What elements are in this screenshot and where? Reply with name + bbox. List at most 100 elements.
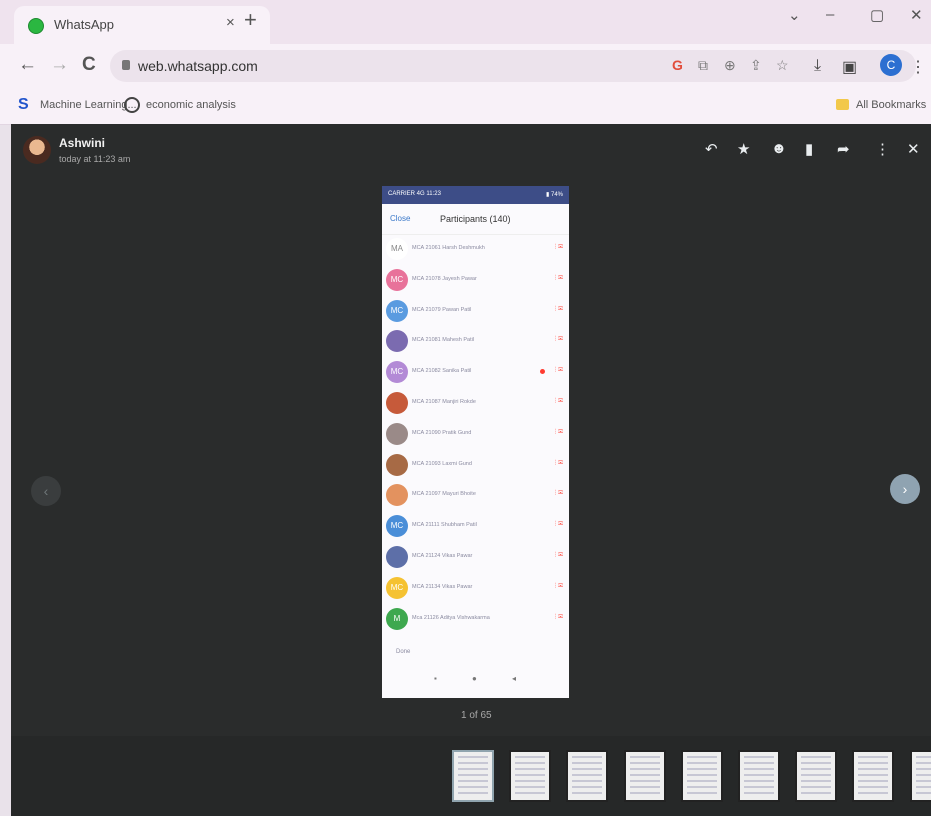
- media-thumbnail[interactable]: [566, 750, 609, 802]
- whatsapp-favicon-icon: [28, 18, 44, 34]
- participant-name: MCA 21082 Sanika Patil: [412, 368, 472, 375]
- participant-call-message-icon: ⫶ ✉: [554, 521, 563, 529]
- window-close-button[interactable]: ✕: [910, 6, 923, 24]
- media-thumbnail[interactable]: [509, 750, 552, 802]
- bookmark-star-icon[interactable]: ☆: [776, 57, 789, 74]
- participant-avatar: MA: [386, 238, 408, 260]
- participant-avatar: MC: [386, 515, 408, 538]
- url-text[interactable]: web.whatsapp.com: [138, 58, 258, 74]
- participant-row: MA MCA 21061 Harsh Deshmukh ⫶ ✉: [382, 235, 569, 266]
- phone-home-icon: ●: [472, 674, 477, 683]
- participant-call-message-icon: ⫶ ✉: [554, 490, 563, 498]
- folder-icon: [836, 99, 849, 110]
- participant-row: MC MCA 21134 Vikas Pawar ⫶ ✉: [382, 574, 569, 605]
- participant-row: MCA 21081 Mahesh Patil ⫶ ✉: [382, 327, 569, 358]
- media-thumbnail[interactable]: [852, 750, 895, 802]
- google-icon[interactable]: G: [672, 57, 683, 73]
- new-tab-button[interactable]: +: [244, 7, 257, 33]
- profile-avatar[interactable]: C: [880, 54, 902, 76]
- globe-icon: [124, 97, 140, 113]
- participants-done-button: Done: [396, 649, 411, 655]
- tab-title: WhatsApp: [54, 17, 114, 32]
- tab-search-dropdown-icon[interactable]: ⌄: [788, 6, 801, 24]
- participant-call-message-icon: ⫶ ✉: [554, 551, 563, 559]
- forward-icon[interactable]: ➦: [837, 140, 850, 158]
- participant-call-message-icon: ⫶ ✉: [554, 428, 563, 436]
- media-thumbnail[interactable]: [909, 750, 931, 802]
- media-image-phone-screenshot: CARRIER 4G 11:23 ▮ 74% Close Participant…: [382, 186, 569, 698]
- phone-nav-bar: ▪ ● ◂: [382, 670, 569, 690]
- participant-row: MCA 21124 Vikas Pawar ⫶ ✉: [382, 543, 569, 574]
- address-bar-row: ← → C web.whatsapp.com G ⧉ ⊕ ⇪ ☆ ⤓ ▣ C ⋮: [0, 44, 931, 90]
- viewer-close-icon[interactable]: ✕: [907, 140, 920, 158]
- media-thumbnail[interactable]: [795, 750, 838, 802]
- participant-row: MCA 21090 Pratik Gund ⫶ ✉: [382, 420, 569, 451]
- participant-name: MCA 21124 Vikas Pawar: [412, 552, 473, 559]
- participant-name: MCA 21111 Shubham Patil: [412, 522, 477, 529]
- participant-row: M Mca 21126 Aditya Vishwakarma ⫶ ✉: [382, 605, 569, 636]
- participants-title: Participants (140): [440, 214, 511, 224]
- participant-avatar: MC: [386, 576, 408, 599]
- all-bookmarks-link[interactable]: All Bookmarks: [856, 99, 926, 111]
- bookmark-economic-analysis[interactable]: economic analysis: [146, 99, 236, 111]
- participant-call-message-icon: ⫶ ✉: [554, 613, 563, 621]
- bookmark-machine-learning[interactable]: Machine Learning...: [40, 99, 137, 111]
- browser-menu-icon[interactable]: ⋮: [910, 57, 926, 77]
- participant-name: MCA 21097 Mayuri Bhoite: [412, 491, 476, 498]
- participant-call-message-icon: ⫶ ✉: [554, 336, 563, 344]
- participant-call-message-icon: ⫶ ✉: [554, 459, 563, 467]
- participant-row: MC MCA 21082 Sanika Patil ⫶ ✉: [382, 358, 569, 389]
- share-icon[interactable]: ⇪: [750, 57, 762, 74]
- participant-name: MCA 21134 Vikas Pawar: [412, 583, 473, 590]
- maximize-button[interactable]: ▢: [870, 6, 884, 24]
- side-panel-icon[interactable]: ▣: [842, 57, 857, 77]
- download-icon[interactable]: ⤓: [814, 57, 821, 75]
- participant-row: MC MCA 21111 Shubham Patil ⫶ ✉: [382, 512, 569, 543]
- participant-call-message-icon: ⫶ ✉: [554, 582, 563, 590]
- participant-avatar: MC: [386, 268, 408, 291]
- star-icon[interactable]: ★: [737, 140, 750, 158]
- react-emoji-icon[interactable]: ☻: [771, 140, 787, 157]
- forward-button[interactable]: →: [50, 54, 69, 76]
- minimize-button[interactable]: –: [826, 6, 834, 23]
- reload-button[interactable]: C: [82, 54, 96, 76]
- sender-avatar[interactable]: [23, 136, 51, 164]
- tab-close-icon[interactable]: ×: [226, 14, 235, 31]
- sent-time: today at 11:23 am: [59, 154, 131, 164]
- phone-recents-icon: ▪: [434, 674, 437, 683]
- previous-media-button[interactable]: ‹: [31, 476, 61, 506]
- omnibox[interactable]: web.whatsapp.com G ⧉ ⊕ ⇪ ☆ ⤓ ▣ C ⋮: [110, 50, 926, 82]
- media-thumbnail[interactable]: [738, 750, 780, 802]
- machine-learning-favicon-icon: S: [18, 96, 29, 113]
- participant-avatar: [386, 545, 408, 568]
- participant-avatar: [386, 330, 408, 353]
- participants-header: Close Participants (140): [382, 204, 569, 235]
- media-thumbnail[interactable]: [452, 750, 494, 802]
- participant-call-message-icon: ⫶ ✉: [554, 244, 563, 251]
- participant-row: MCA 21093 Laxmi Gund ⫶ ✉: [382, 451, 569, 482]
- phone-back-icon: ◂: [512, 674, 517, 683]
- browser-tab-whatsapp[interactable]: WhatsApp ×: [14, 6, 270, 44]
- media-counter: 1 of 65: [461, 710, 492, 721]
- participant-call-message-icon: ⫶ ✉: [554, 367, 563, 375]
- media-thumbnail[interactable]: [623, 750, 666, 802]
- delete-icon[interactable]: ▮: [805, 140, 813, 158]
- participant-name: MCA 21081 Mahesh Patil: [412, 337, 475, 344]
- participant-call-message-icon: ⫶ ✉: [554, 274, 563, 282]
- participant-avatar: [386, 453, 408, 476]
- next-media-button[interactable]: ›: [890, 474, 920, 504]
- participant-avatar: [386, 484, 408, 507]
- viewer-menu-icon[interactable]: ⋮: [875, 140, 890, 158]
- zoom-icon[interactable]: ⊕: [724, 57, 736, 74]
- media-thumbnail[interactable]: [680, 750, 723, 802]
- participant-name: MCA 21078 Jayesh Pawar: [412, 275, 477, 282]
- thumbnail-strip: [11, 736, 931, 816]
- back-button[interactable]: ←: [18, 54, 37, 76]
- phone-status-right: ▮ 74%: [546, 192, 563, 198]
- google-lens-icon[interactable]: ⧉: [698, 57, 708, 74]
- participant-row: MCA 21087 Manjiri Rokde ⫶ ✉: [382, 389, 569, 420]
- reply-icon[interactable]: ↶: [705, 140, 718, 158]
- participant-avatar: [386, 391, 408, 414]
- participants-list: MA MCA 21061 Harsh Deshmukh ⫶ ✉ MC MCA 21078…: [382, 235, 569, 635]
- participant-row: MC MCA 21078 Jayesh Pawar ⫶ ✉: [382, 266, 569, 297]
